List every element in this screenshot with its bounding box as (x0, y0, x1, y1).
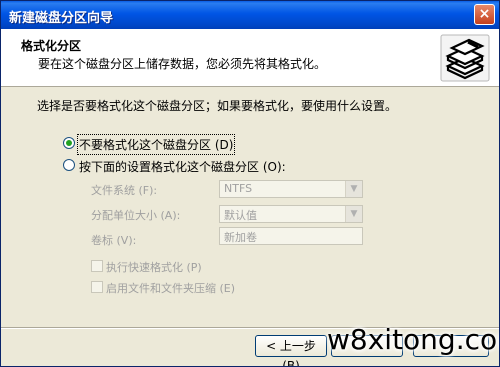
volume-label-value: 新加卷 (224, 231, 257, 244)
compression-checkbox[interactable] (91, 281, 103, 293)
back-button[interactable]: < 上一步 (B) (255, 335, 327, 366)
window-title: 新建磁盘分区向导 (9, 11, 114, 26)
site-watermark: w8xitong.com (327, 323, 499, 356)
wizard-window: 新建磁盘分区向导 × 格式化分区 要在这个磁盘分区上储存数据，您必须先将其格式化… (0, 0, 500, 367)
volume-label-label: 卷标 (V): (91, 234, 137, 247)
wizard-header: 格式化分区 要在这个磁盘分区上储存数据，您必须先将其格式化。 (1, 29, 499, 87)
chevron-down-icon: ▼ (345, 181, 362, 197)
quick-format-checkbox[interactable] (91, 260, 103, 272)
file-system-label: 文件系统 (F): (91, 184, 158, 197)
chevron-down-icon: ▼ (345, 206, 362, 222)
format-label[interactable]: 按下面的设置格式化这个磁盘分区 (O): (79, 158, 286, 175)
radio-selected-dot (66, 140, 72, 146)
quick-format-label: 执行快速格式化 (P) (106, 261, 202, 274)
page-subtitle: 要在这个磁盘分区上储存数据，您必须先将其格式化。 (38, 57, 327, 71)
volume-label-input[interactable]: 新加卷 (219, 227, 363, 245)
title-bar[interactable]: 新建磁盘分区向导 × (1, 1, 499, 29)
back-button-label: < 上一步 (B) (266, 339, 316, 367)
close-button[interactable]: × (474, 4, 495, 25)
compression-label: 启用文件和文件夹压缩 (E) (106, 282, 236, 295)
disk-format-icon (440, 34, 490, 82)
allocation-unit-select[interactable]: 默认值 ▼ (219, 205, 363, 223)
close-icon: × (478, 6, 491, 22)
no-format-label[interactable]: 不要格式化这个磁盘分区 (D) (76, 134, 236, 155)
no-format-radio[interactable] (63, 137, 75, 149)
file-system-select[interactable]: NTFS ▼ (219, 180, 363, 198)
file-system-value: NTFS (224, 182, 253, 195)
allocation-unit-label: 分配单位大小 (A): (91, 209, 181, 222)
format-radio[interactable] (63, 159, 75, 171)
format-prompt: 选择是否要格式化这个磁盘分区；如果要格式化，要使用什么设置。 (37, 99, 398, 113)
allocation-unit-value: 默认值 (224, 209, 257, 222)
page-title: 格式化分区 (21, 39, 82, 53)
